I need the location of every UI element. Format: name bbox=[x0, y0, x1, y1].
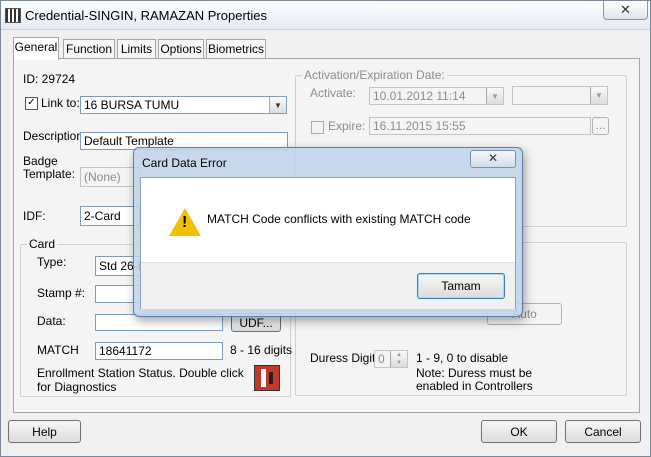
dialog-body: MATCH Code conflicts with existing MATCH… bbox=[140, 177, 516, 309]
dialog-title: Card Data Error bbox=[142, 156, 227, 170]
chevron-down-icon[interactable]: ▼ bbox=[590, 87, 607, 104]
badge-template-select[interactable]: (None) bbox=[80, 167, 140, 187]
badge-template-value: (None) bbox=[84, 170, 121, 184]
duress-note-line2: enabled in Controllers bbox=[416, 379, 533, 393]
description-value: Default Template bbox=[84, 134, 174, 148]
idf-label: IDF: bbox=[23, 209, 46, 223]
expire-picker-button[interactable]: ... bbox=[592, 117, 609, 135]
expire-date-value: 16.11.2015 15:55 bbox=[373, 119, 466, 133]
description-label: Description: bbox=[23, 129, 87, 143]
credential-id: ID: 29724 bbox=[23, 72, 76, 86]
tab-general[interactable]: General bbox=[13, 37, 59, 60]
window-close-button[interactable]: ✕ bbox=[603, 1, 648, 20]
chevron-down-icon[interactable]: ▼ bbox=[486, 88, 503, 104]
expire-checkbox[interactable] bbox=[311, 121, 324, 134]
warning-icon bbox=[169, 208, 201, 236]
tab-function[interactable]: Function bbox=[63, 39, 115, 59]
activate-time-select[interactable]: ▼ bbox=[512, 86, 608, 105]
link-to-label: Link to: bbox=[41, 96, 80, 110]
dialog-button-bar: Tamam bbox=[141, 262, 515, 309]
link-to-checkbox[interactable]: ✓ bbox=[25, 97, 38, 110]
stamp-label: Stamp #: bbox=[37, 286, 86, 300]
spinner-arrows-icon[interactable]: ▲ ▼ bbox=[390, 351, 407, 367]
enrollment-status-icon[interactable] bbox=[254, 365, 280, 391]
app-icon bbox=[5, 8, 21, 23]
card-type-label: Type: bbox=[37, 255, 67, 269]
tab-biometrics[interactable]: Biometrics bbox=[206, 39, 266, 59]
tab-options[interactable]: Options bbox=[158, 39, 204, 59]
link-to-value: 16 BURSA TUMU bbox=[84, 98, 180, 112]
cancel-button[interactable]: Cancel bbox=[565, 420, 641, 443]
activate-date-select[interactable]: 10.01.2012 11:14 ▼ bbox=[369, 87, 504, 105]
match-hint: 8 - 16 digits bbox=[230, 343, 293, 357]
title-bar[interactable]: Credential-SINGIN, RAMAZAN Properties ✕ bbox=[1, 1, 650, 30]
match-label: MATCH bbox=[37, 343, 79, 357]
data-label: Data: bbox=[37, 314, 66, 328]
duress-hint: 1 - 9, 0 to disable bbox=[416, 351, 509, 365]
badge-label-line2: Template: bbox=[23, 167, 76, 181]
tab-limits[interactable]: Limits bbox=[117, 39, 156, 59]
help-button[interactable]: Help bbox=[8, 420, 81, 443]
dialog-close-button[interactable]: ✕ bbox=[470, 150, 516, 168]
link-to-select[interactable]: 16 BURSA TUMU ▼ bbox=[80, 96, 287, 114]
chevron-down-icon[interactable]: ▼ bbox=[269, 97, 286, 113]
enrollment-status-line2: for Diagnostics bbox=[37, 380, 117, 394]
idf-value: 2-Card bbox=[84, 209, 121, 223]
expire-date-input[interactable]: 16.11.2015 15:55 bbox=[369, 117, 591, 135]
duress-label: Duress Digit: bbox=[310, 351, 379, 365]
activate-date-value: 10.01.2012 11:14 bbox=[373, 89, 466, 103]
duress-digit-spinner[interactable]: 0 ▲ ▼ bbox=[374, 350, 408, 368]
duress-note-line1: Note: Duress must be bbox=[416, 366, 533, 380]
badge-label-line1: Badge bbox=[23, 154, 58, 168]
match-input[interactable]: 18641172 bbox=[95, 342, 223, 360]
window-title: Credential-SINGIN, RAMAZAN Properties bbox=[25, 8, 268, 23]
ok-button[interactable]: OK bbox=[481, 420, 557, 443]
idf-select[interactable]: 2-Card bbox=[80, 206, 140, 226]
card-data-error-dialog: Card Data Error ✕ MATCH Code conflicts w… bbox=[133, 147, 523, 317]
duress-digit-value: 0 bbox=[378, 352, 385, 366]
tamam-button[interactable]: Tamam bbox=[417, 273, 505, 299]
expire-label: Expire: bbox=[328, 119, 366, 133]
enrollment-status-line1: Enrollment Station Status. Double click bbox=[37, 366, 244, 380]
dialog-message: MATCH Code conflicts with existing MATCH… bbox=[207, 212, 471, 226]
match-value: 18641172 bbox=[99, 344, 152, 358]
card-group-title: Card bbox=[27, 237, 58, 251]
activate-label: Activate: bbox=[310, 86, 357, 100]
activation-group-title: Activation/Expiration Date: bbox=[302, 68, 447, 82]
